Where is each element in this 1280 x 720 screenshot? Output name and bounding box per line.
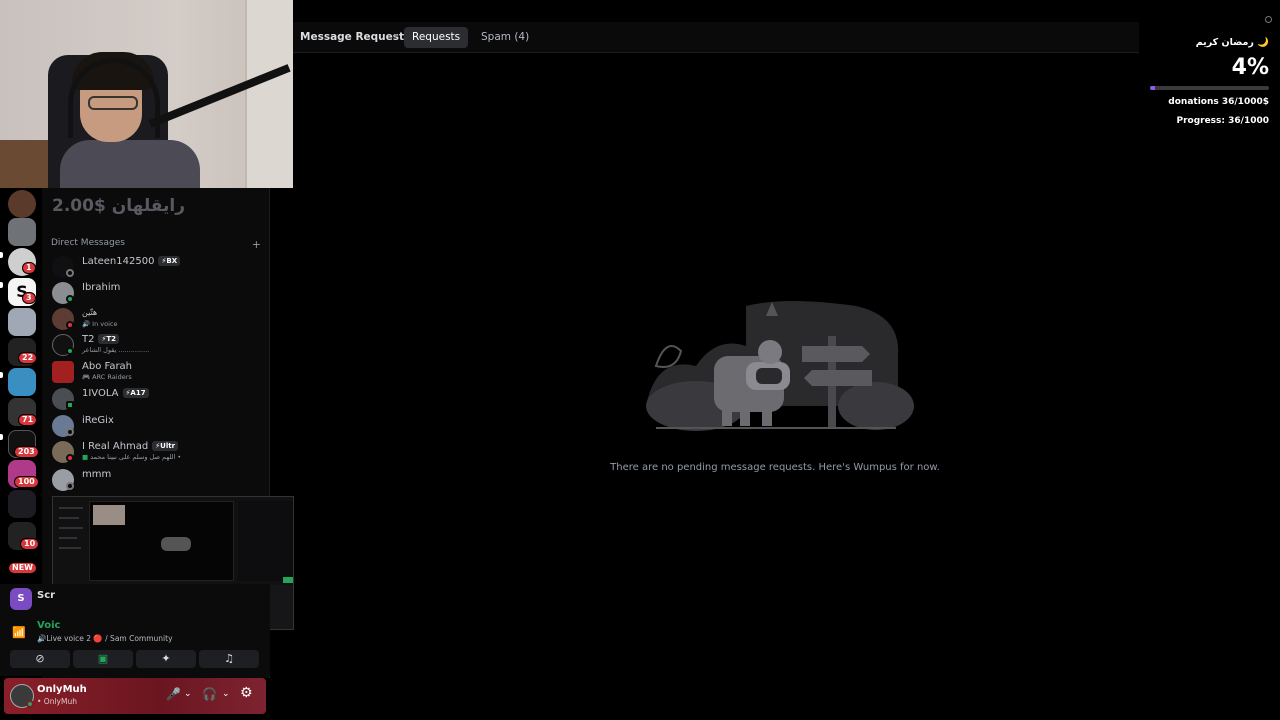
voice-icon: 🔊 (82, 320, 91, 328)
status-indicator (66, 428, 74, 436)
wumpus-illustration (646, 301, 914, 431)
soundboard-button[interactable]: ♫ (199, 650, 259, 668)
server-icon[interactable] (8, 218, 36, 246)
dm-name: T2 (82, 334, 95, 345)
dm-item[interactable]: هتّين 🔊 In voice (52, 306, 262, 330)
status-indicator (66, 454, 74, 462)
server-icon[interactable]: S (10, 588, 32, 610)
status-indicator (66, 401, 74, 409)
guild-tag: ⚡Ultr (152, 441, 179, 451)
dm-name: Lateen142500 (82, 256, 155, 267)
donation-overlay: رمضان كريم 🌙 4% donations 36/1000$ Progr… (1140, 0, 1280, 140)
unread-badge: 22 (18, 352, 38, 364)
add-dm-button[interactable]: + (252, 238, 261, 251)
guild-tag: ⚡BX (158, 256, 181, 266)
camera-off-icon: ⊘ (35, 652, 45, 665)
unread-pip (0, 372, 3, 378)
status-indicator (66, 347, 74, 355)
overlay-title: رمضان كريم 🌙 (1195, 37, 1269, 48)
donation-progress-bar (1150, 86, 1269, 90)
dm-section-header: Direct Messages + (51, 238, 261, 251)
guild-tag: ⚡A17 (122, 388, 149, 398)
dm-item[interactable]: T2 ⚡T2 يقول الشاعر ............... (52, 332, 262, 356)
donation-percent: 4% (1231, 55, 1269, 80)
user-handle: • OnlyMuh (37, 697, 77, 706)
dm-item[interactable]: 1IVOLA ⚡A17 (52, 386, 262, 410)
tab-spam[interactable]: Spam (4) (473, 27, 537, 48)
status-indicator (66, 295, 74, 303)
status-indicator (66, 269, 74, 277)
server-icon[interactable] (8, 490, 36, 518)
unread-badge: 10 (20, 538, 40, 550)
tab-requests[interactable]: Requests (404, 27, 469, 48)
dm-name: هتّين (82, 308, 98, 317)
voice-connected-icon: 📶 (12, 626, 26, 639)
dm-name: Abo Farah (82, 361, 133, 372)
username[interactable]: OnlyMuh (37, 684, 87, 695)
dm-name: mmm (82, 469, 112, 480)
unread-badge: 203 (14, 446, 39, 458)
server-icon[interactable] (8, 190, 36, 218)
activities-icon: ✦ (161, 652, 171, 665)
dm-item[interactable]: Abo Farah 🎮 ARC Raiders (52, 359, 262, 383)
webcam-feed (0, 0, 293, 188)
dm-item[interactable]: Ibrahim (52, 280, 262, 304)
unread-pip (0, 282, 3, 288)
voice-channel-name[interactable]: 🔊Live voice 2 🔴 / Sam Community (37, 634, 173, 643)
activities-button[interactable]: ✦ (136, 650, 196, 668)
status-indicator (26, 700, 34, 708)
unread-badge: 1 (22, 262, 36, 274)
unread-pip (0, 252, 3, 258)
donations-count: donations 36/1000$ (1168, 97, 1269, 107)
dm-item[interactable]: mmm (52, 467, 262, 491)
progress-count: Progress: 36/1000 (1176, 116, 1269, 126)
share-screen-button[interactable]: ▣ (73, 650, 133, 668)
dm-item[interactable]: iReGix (52, 413, 262, 437)
status-indicator (66, 482, 74, 490)
new-badge: NEW (8, 562, 37, 574)
dm-name: 1IVOLA (82, 388, 119, 399)
voice-connected-label: Voic (37, 620, 61, 631)
message-requests-header: Message Requests • Requests Spam (4) (293, 22, 1139, 53)
screen-share-label: Scr (37, 590, 56, 601)
user-panel: OnlyMuh • OnlyMuh 🎤 ⌄ 🎧 ⌄ ⚙ (4, 678, 266, 714)
server-icon[interactable] (8, 368, 36, 396)
status-dot-icon (1265, 16, 1272, 23)
dm-activity: ARC Raiders (92, 373, 132, 381)
dm-item[interactable]: Lateen142500 ⚡BX (52, 254, 262, 278)
chevron-down-icon[interactable]: ⌄ (222, 689, 230, 699)
unread-badge: 100 (14, 476, 39, 488)
game-icon: ■ (82, 453, 89, 461)
avatar (52, 361, 74, 383)
unread-badge: 71 (18, 414, 38, 426)
empty-state-message: There are no pending message requests. H… (610, 462, 940, 473)
guild-tag: ⚡T2 (98, 334, 120, 344)
soundboard-icon: ♫ (224, 652, 234, 665)
overlay-text: 2.00$ رايقلهان (52, 196, 185, 216)
dm-name: I Real Ahmad (82, 441, 149, 452)
camera-off-button[interactable]: ⊘ (10, 650, 70, 668)
voice-panel: S Scr 📶 Voic 🔊Live voice 2 🔴 / Sam Commu… (0, 584, 270, 676)
dm-item[interactable]: I Real Ahmad ⚡Ultr ■ اللهم صل وسلم على نب… (52, 439, 262, 463)
headphones-icon[interactable]: 🎧 (202, 687, 217, 701)
microphone-icon[interactable]: 🎤 (166, 687, 181, 701)
game-icon: 🎮 (82, 373, 91, 381)
dm-header-label: Direct Messages (51, 238, 125, 248)
chevron-down-icon[interactable]: ⌄ (184, 689, 192, 699)
share-screen-icon: ▣ (97, 652, 109, 665)
unread-badge: 3 (22, 292, 36, 304)
dm-activity: يقول الشاعر ............... (82, 346, 150, 354)
dm-name: iReGix (82, 415, 114, 426)
gear-icon[interactable]: ⚙ (240, 685, 253, 701)
dm-name: Ibrahim (82, 282, 121, 293)
unread-pip (0, 434, 3, 440)
donation-progress-fill (1150, 86, 1155, 90)
status-indicator (66, 321, 74, 329)
dm-activity: In voice (92, 320, 118, 328)
separator: • (393, 31, 399, 42)
server-icon[interactable] (8, 308, 36, 336)
dm-activity: اللهم صل وسلم على نبينا محمد • (90, 453, 182, 461)
